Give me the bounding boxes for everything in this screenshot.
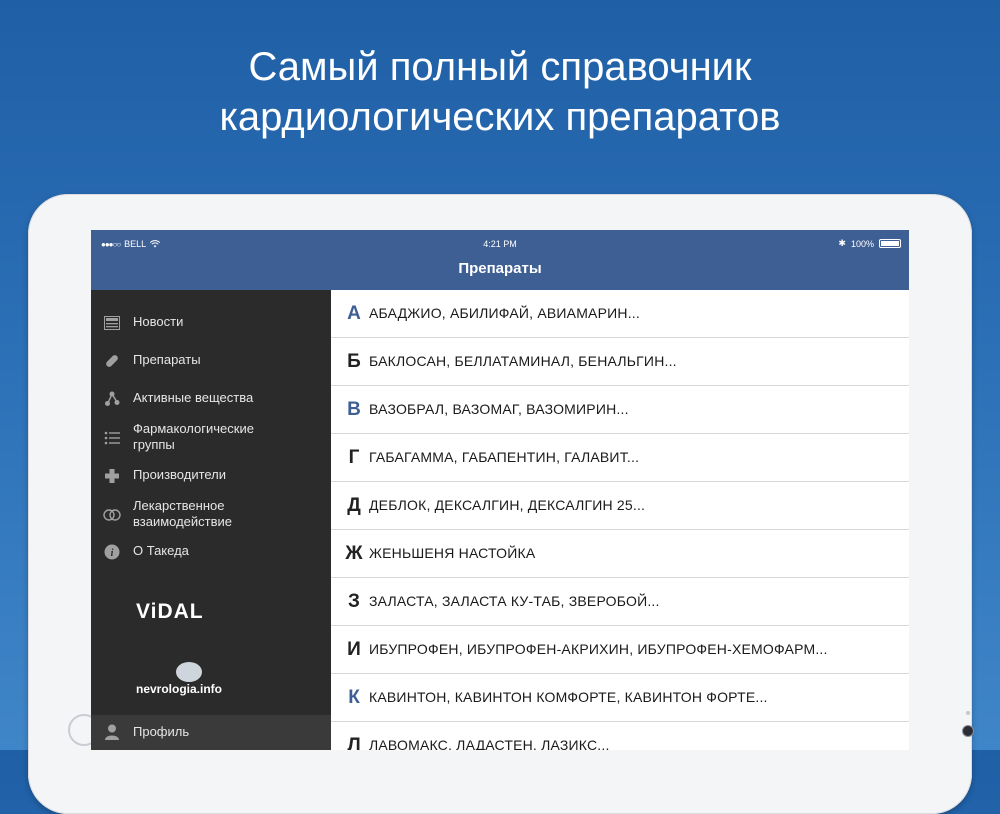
pill-icon <box>103 352 121 370</box>
list-item-letter: Д <box>347 495 361 516</box>
list-item[interactable]: З ЗАЛАСТА, ЗАЛАСТА КУ-ТАБ, ЗВЕРОБОЙ... <box>331 578 909 626</box>
list-item[interactable]: К КАВИНТОН, КАВИНТОН КОМФОРТЕ, КАВИНТОН … <box>331 674 909 722</box>
list-item-text: ДЕБЛОК, ДЕКСАЛГИН, ДЕКСАЛГИН 25... <box>369 497 646 513</box>
list-item[interactable]: Д ДЕБЛОК, ДЕКСАЛГИН, ДЕКСАЛГИН 25... <box>331 482 909 530</box>
status-bar: ●●●○○ BELL 4:21 PM ✱ 100% <box>91 230 909 258</box>
interaction-icon <box>103 506 121 524</box>
camera-icon <box>963 726 973 736</box>
list-item-text: ИБУПРОФЕН, ИБУПРОФЕН-АКРИХИН, ИБУПРОФЕН-… <box>369 641 828 657</box>
list-item-letter: З <box>348 591 360 612</box>
app-screen: ●●●○○ BELL 4:21 PM ✱ 100% Препараты Ново… <box>91 230 909 750</box>
list-item-text: КАВИНТОН, КАВИНТОН КОМФОРТЕ, КАВИНТОН ФО… <box>369 689 768 705</box>
list-item-text: БАКЛОСАН, БЕЛЛАТАМИНАЛ, БЕНАЛЬГИН... <box>369 353 677 369</box>
nav-title: Препараты <box>458 260 542 277</box>
headline-line-2: кардиологических препаратов <box>219 95 781 139</box>
alphabet-list: А АБАДЖИО, АБИЛИФАЙ, АВИАМАРИН... Б БАКЛ… <box>331 290 909 750</box>
sidebar-item-profile[interactable]: Профиль <box>91 715 331 750</box>
ambient-sensor <box>966 711 970 715</box>
sidebar-item-label: О Такеда <box>133 543 189 558</box>
list-item[interactable]: Г ГАБАГАММА, ГАБАПЕНТИН, ГАЛАВИТ... <box>331 434 909 482</box>
sidebar-item-label: Препараты <box>133 352 201 367</box>
sidebar-item-label: Лекарственное взаимодействие <box>133 498 233 529</box>
list-item-letter: Б <box>347 351 361 372</box>
nevrologia-logo-text: nevrologia.info <box>136 682 223 696</box>
list-icon <box>103 429 121 447</box>
info-icon: i <box>103 543 121 561</box>
list-item-letter: И <box>347 639 361 660</box>
status-time: 4:21 PM <box>483 239 517 249</box>
sidebar-item-label: Фармакологические группы <box>133 421 254 452</box>
status-right: ✱ 100% <box>838 238 901 249</box>
svg-text:i: i <box>111 548 114 559</box>
list-item[interactable]: В ВАЗОБРАЛ, ВАЗОМАГ, ВАЗОМИРИН... <box>331 386 909 434</box>
list-item-letter: К <box>348 687 360 708</box>
list-item-text: ЗАЛАСТА, ЗАЛАСТА КУ-ТАБ, ЗВЕРОБОЙ... <box>369 593 660 609</box>
sidebar: Новости Препараты Активные вещества Фарм… <box>91 290 331 750</box>
list-item[interactable]: И ИБУПРОФЕН, ИБУПРОФЕН-АКРИХИН, ИБУПРОФЕ… <box>331 626 909 674</box>
list-item-letter: Л <box>347 735 361 750</box>
list-item[interactable]: Л ЛАВОМАКС, ЛАДАСТЕН, ЛАЗИКС... <box>331 722 909 750</box>
list-item[interactable]: Ж ЖЕНЬШЕНЯ НАСТОЙКА <box>331 530 909 578</box>
headline-line-1: Самый полный справочник <box>248 45 752 89</box>
brain-icon <box>176 662 202 682</box>
list-item[interactable]: А АБАДЖИО, АБИЛИФАЙ, АВИАМАРИН... <box>331 290 909 338</box>
sidebar-item-label: Новости <box>133 314 184 329</box>
list-item-text: ВАЗОБРАЛ, ВАЗОМАГ, ВАЗОМИРИН... <box>369 401 629 417</box>
news-icon <box>103 314 121 332</box>
promo-headline: Самый полный справочник кардиологических… <box>0 42 1000 142</box>
molecule-icon <box>103 390 121 408</box>
nevrologia-logo: nevrologia.info <box>136 662 236 702</box>
plus-icon <box>103 467 121 485</box>
profile-label: Профиль <box>133 724 190 739</box>
list-item-text: ЖЕНЬШЕНЯ НАСТОЙКА <box>369 545 536 561</box>
sidebar-item-label: Производители <box>133 467 227 482</box>
battery-icon <box>879 239 901 248</box>
bluetooth-icon: ✱ <box>838 238 846 248</box>
list-item-text: ГАБАГАММА, ГАБАПЕНТИН, ГАЛАВИТ... <box>369 449 640 465</box>
battery-percent: 100% <box>850 238 874 249</box>
user-icon <box>103 723 121 741</box>
list-item-letter: В <box>347 399 361 420</box>
list-item-text: АБАДЖИО, АБИЛИФАЙ, АВИАМАРИН... <box>369 305 640 321</box>
vidal-logo: ViDAL <box>136 600 204 623</box>
navigation-bar: Препараты <box>91 258 909 290</box>
list-item-letter: Ж <box>345 543 363 564</box>
list-item-text: ЛАВОМАКС, ЛАДАСТЕН, ЛАЗИКС... <box>369 737 610 750</box>
sidebar-item-label: Активные вещества <box>133 390 254 405</box>
list-item[interactable]: Б БАКЛОСАН, БЕЛЛАТАМИНАЛ, БЕНАЛЬГИН... <box>331 338 909 386</box>
list-item-letter: Г <box>348 447 360 468</box>
list-item-letter: А <box>347 303 361 324</box>
